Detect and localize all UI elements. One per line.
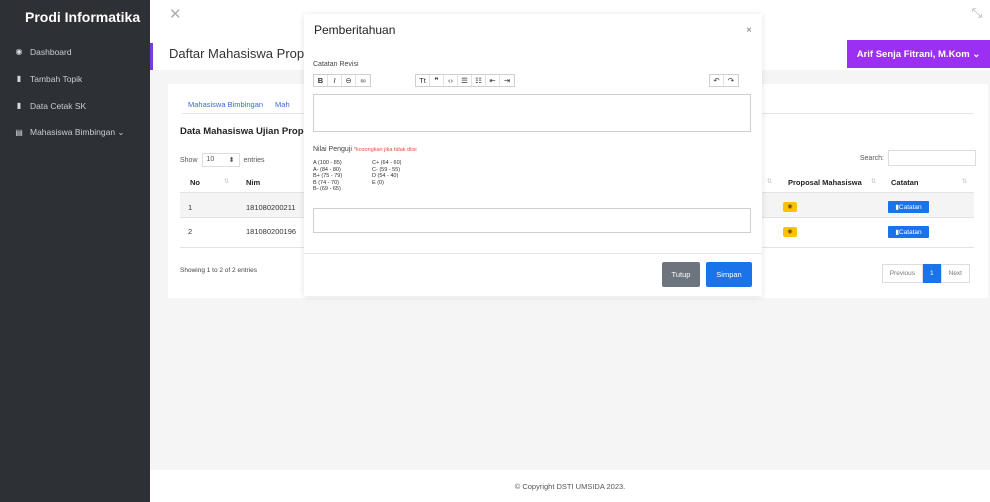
quote-icon[interactable]: ❞: [430, 75, 444, 86]
tab-second[interactable]: Mah: [275, 100, 290, 109]
cell-nim: 181080200196: [246, 227, 297, 236]
next-button[interactable]: Next: [940, 264, 970, 283]
catatan-button[interactable]: ▮ Catatan: [888, 226, 929, 238]
file-icon: ▮: [16, 101, 22, 110]
nilai-hint: *kosongkan jika tidak diisi: [353, 147, 417, 153]
divider: [304, 253, 762, 254]
link-icon[interactable]: ∞: [356, 75, 370, 86]
tab-mahasiswa-bimbingan[interactable]: Mahasiswa Bimbingan: [188, 100, 263, 109]
entries-value: 10: [206, 156, 215, 163]
nilai-input[interactable]: [313, 208, 751, 233]
sidebar: Prodi Informatika ◉ Dashboard ▮ Tambah T…: [0, 0, 150, 502]
tab-bar: Mahasiswa Bimbingan Mah: [188, 100, 290, 109]
modal-dialog: Pemberitahuan × Catatan Revisi B I ⊖ ∞ T…: [304, 14, 762, 296]
search-label: Search:: [859, 154, 884, 162]
entries-select[interactable]: 10 ⬍: [201, 153, 240, 167]
sidebar-item-label: Data Cetak SK: [30, 100, 87, 111]
format-group: B I ⊖ ∞: [313, 74, 371, 87]
catatan-revisi-label: Catatan Revisi: [313, 61, 359, 68]
close-icon[interactable]: ✕: [169, 5, 182, 23]
previous-button[interactable]: Previous: [881, 264, 923, 283]
grade-scale-right: C+ (64 - 60) C- (59 - 55) D (54 - 40) E …: [372, 160, 402, 186]
file-icon: ▮: [16, 74, 22, 83]
entries-control: Show 10 ⬍ entries: [180, 153, 265, 167]
modal-title: Pemberitahuan: [314, 23, 396, 37]
column-header-proposal[interactable]: Proposal Mahasiswa: [788, 178, 862, 187]
sidebar-item-label: Tambah Topik: [30, 73, 83, 84]
catatan-revisi-editor[interactable]: [313, 94, 751, 132]
chevron-down-icon: ⬍: [228, 157, 235, 164]
dashboard-icon: ◉: [15, 47, 23, 56]
search-control: Search:: [860, 150, 976, 166]
search-input[interactable]: [888, 150, 976, 166]
column-header-no[interactable]: No: [190, 178, 200, 187]
sort-icon: ⇅: [871, 179, 877, 185]
code-icon[interactable]: ‹›: [444, 75, 458, 86]
eye-icon[interactable]: ◉: [783, 202, 797, 212]
eye-icon[interactable]: ◉: [783, 227, 797, 237]
bullet-list-icon[interactable]: ☰: [458, 75, 472, 86]
grade-scale-left: A (100 - 85) A- (84 - 80) B+ (75 - 79) B…: [313, 160, 343, 192]
outdent-icon[interactable]: ⇤: [486, 75, 500, 86]
collapse-icon[interactable]: ⤡: [972, 5, 982, 21]
show-label: Show: [180, 156, 198, 164]
pagination: Previous 1 Next: [881, 264, 970, 283]
table-heading: Data Mahasiswa Ujian Propos: [180, 126, 315, 137]
bold-icon[interactable]: B: [314, 75, 328, 86]
editor-toolbar: B I ⊖ ∞ Tt ❞ ‹› ☰ ☷ ⇤ ⇥ ↶ ↷: [313, 74, 753, 88]
sidebar-item-tambah-topik[interactable]: ▮ Tambah Topik: [0, 65, 150, 92]
sidebar-item-data-cetak-sk[interactable]: ▮ Data Cetak SK: [0, 92, 150, 119]
table-info: Showing 1 to 2 of 2 entries: [180, 267, 257, 274]
column-header-nim[interactable]: Nim: [246, 178, 260, 187]
nilai-penguji-label: Nilai Penguji *kosongkan jika tidak diis…: [313, 146, 417, 153]
page-button[interactable]: 1: [923, 264, 941, 283]
table-icon: ▤: [15, 128, 23, 137]
entries-label: entries: [243, 156, 265, 164]
brand-title: Prodi Informatika: [25, 9, 141, 25]
block-group: Tt ❞ ‹› ☰ ☷ ⇤ ⇥: [415, 74, 515, 87]
column-header-catatan[interactable]: Catatan: [891, 178, 919, 187]
user-menu-button[interactable]: Arif Senja Fitrani, M.Kom ⌄: [847, 40, 990, 68]
tutup-button[interactable]: Tutup: [662, 262, 700, 287]
close-icon[interactable]: ×: [746, 25, 752, 36]
cell-no: 1: [188, 203, 193, 212]
heading-icon[interactable]: Tt: [416, 75, 430, 86]
cell-nim: 181080200211: [246, 203, 296, 212]
sort-icon: ⇅: [962, 179, 968, 185]
catatan-button[interactable]: ▮ Catatan: [888, 201, 929, 213]
sidebar-item-mahasiswa-bimbingan[interactable]: ▤ Mahasiswa Bimbingan ⌄: [0, 119, 150, 146]
italic-icon[interactable]: I: [328, 75, 342, 86]
sidebar-item-label: Mahasiswa Bimbingan ⌄: [30, 127, 125, 137]
undo-icon[interactable]: ↶: [710, 75, 724, 86]
simpan-button[interactable]: Simpan: [706, 262, 752, 287]
history-group: ↶ ↷: [709, 74, 739, 87]
indent-icon[interactable]: ⇥: [500, 75, 514, 86]
sidebar-item-dashboard[interactable]: ◉ Dashboard: [0, 38, 150, 65]
sort-icon: ⇅: [224, 179, 230, 185]
sort-icon: ⇅: [767, 179, 773, 185]
sidebar-item-label: Dashboard: [30, 46, 72, 57]
numbered-list-icon[interactable]: ☷: [472, 75, 486, 86]
redo-icon[interactable]: ↷: [724, 75, 738, 86]
cell-no: 2: [188, 227, 193, 236]
strikethrough-icon[interactable]: ⊖: [342, 75, 356, 86]
footer: © Copyright DSTI UMSIDA 2023.: [150, 470, 990, 502]
page-title: Daftar Mahasiswa Prop: [169, 46, 305, 61]
